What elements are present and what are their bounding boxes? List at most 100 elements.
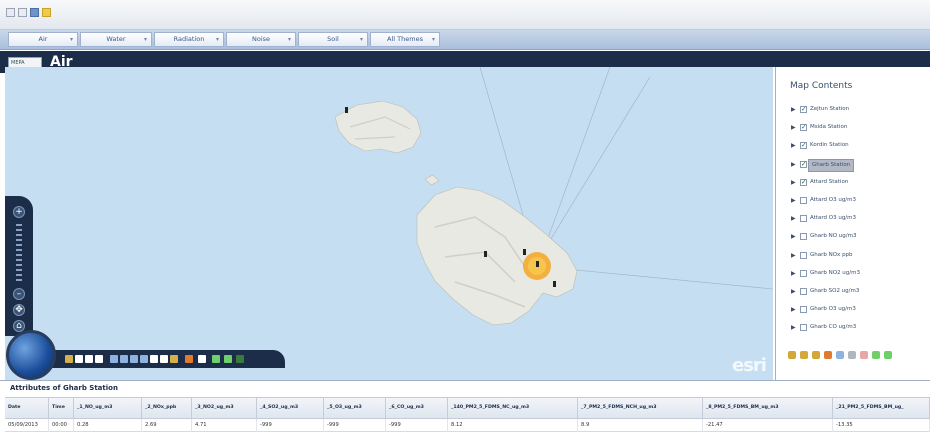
bookmark-icon[interactable] <box>170 355 178 363</box>
layer-checkbox[interactable] <box>800 269 807 277</box>
column-header[interactable]: _8_PM2_5_FDMS_BM_ug_m3 <box>703 398 833 420</box>
layer-checkbox[interactable] <box>800 251 807 259</box>
save-icon[interactable] <box>30 8 39 17</box>
layer-item[interactable]: ▶ Gharb CO ug/m3 <box>791 321 923 334</box>
layers-icon[interactable] <box>198 355 206 363</box>
expand-icon[interactable]: ▶ <box>791 249 796 262</box>
expand-icon[interactable]: ▶ <box>791 139 796 152</box>
full-extent-icon[interactable] <box>140 355 148 363</box>
station-marker[interactable] <box>553 281 556 287</box>
layer-item[interactable]: ▶ Gharb NO ug/m3 <box>791 230 923 243</box>
zoom-in-icon[interactable]: + <box>13 206 25 218</box>
layer-item[interactable]: ▶ Msida Station <box>791 121 923 134</box>
column-header[interactable]: _2_NOx_ppb <box>142 398 192 420</box>
back-icon[interactable] <box>6 8 15 17</box>
add-layer-icon[interactable] <box>788 351 796 359</box>
remove-layer-icon[interactable] <box>800 351 808 359</box>
tab-label: Soil <box>327 35 339 43</box>
draw-icon[interactable] <box>185 355 193 363</box>
layer-item[interactable]: ▶ Gharb SO2 ug/m3 <box>791 285 923 298</box>
layer-checkbox[interactable] <box>800 139 807 152</box>
tab-all-themes[interactable]: All Themes ▾ <box>370 32 440 47</box>
tab-water[interactable]: Water ▾ <box>80 32 152 47</box>
layer-item[interactable]: ▶ Kordin Station <box>791 139 923 152</box>
layer-checkbox[interactable] <box>800 103 807 116</box>
layer-checkbox[interactable] <box>800 324 807 332</box>
zoom-slider[interactable] <box>16 224 22 284</box>
tab-noise[interactable]: Noise ▾ <box>226 32 296 47</box>
print-icon[interactable] <box>150 355 158 363</box>
column-header[interactable]: _21_PM2_5_FDMS_BM_ug_ <box>833 398 930 420</box>
layer-checkbox[interactable] <box>800 306 807 314</box>
pan-icon[interactable]: ✥ <box>13 304 25 316</box>
expand-icon[interactable]: ▶ <box>791 303 796 316</box>
tab-soil[interactable]: Soil ▾ <box>298 32 368 47</box>
layer-item[interactable]: ▶ Gharb NO2 ug/m3 <box>791 267 923 280</box>
station-marker[interactable] <box>484 251 487 257</box>
column-header[interactable]: _6_CO_ug_m3 <box>386 398 448 420</box>
forward-icon[interactable] <box>18 8 27 17</box>
layer-item[interactable]: ▶ Attard O3 ug/m3 <box>791 194 923 207</box>
layer-item[interactable]: ▶ Gharb Station <box>791 158 923 172</box>
layer-item[interactable]: ▶ Zejtun Station <box>791 103 923 116</box>
layer-checkbox[interactable] <box>800 121 807 134</box>
layer-checkbox[interactable] <box>800 233 807 241</box>
move-up-icon[interactable] <box>812 351 820 359</box>
expand-icon[interactable]: ▶ <box>791 176 796 189</box>
expand-icon[interactable]: ▶ <box>791 267 796 280</box>
search-icon[interactable] <box>160 355 168 363</box>
layer-item[interactable]: ▶ Gharb O3 ug/m3 <box>791 303 923 316</box>
layer-checkbox[interactable] <box>800 176 807 189</box>
expand-icon[interactable]: ▶ <box>791 212 796 225</box>
layer-item[interactable]: ▶ Attard O3 ug/m3 <box>791 212 923 225</box>
column-header[interactable]: _140_PM2_5_FDMS_NC_ug_m3 <box>448 398 578 420</box>
table-icon[interactable] <box>95 355 103 363</box>
layer-item[interactable]: ▶ Attard Station <box>791 176 923 189</box>
select-icon[interactable] <box>75 355 83 363</box>
map-view[interactable] <box>5 67 773 380</box>
expand-icon[interactable]: ▶ <box>791 158 796 171</box>
expand-icon[interactable]: ▶ <box>791 194 796 207</box>
column-header[interactable]: Time <box>49 398 74 420</box>
station-marker[interactable] <box>345 107 348 113</box>
station-marker[interactable] <box>523 249 526 255</box>
layer-checkbox[interactable] <box>800 197 807 204</box>
layer-checkbox[interactable] <box>800 288 807 295</box>
list-icon[interactable] <box>85 355 93 363</box>
back-extent-icon[interactable] <box>120 355 128 363</box>
folder-icon[interactable] <box>42 8 51 17</box>
identify-icon[interactable] <box>65 355 73 363</box>
settings-icon[interactable] <box>884 351 892 359</box>
table-row[interactable]: 05/09/2013 00:00 0.28 2.69 4.71 -999 -999 -999 8… <box>5 419 930 432</box>
tab-radiation[interactable]: Radiation ▾ <box>154 32 224 47</box>
tab-air[interactable]: Air ▾ <box>8 32 78 47</box>
measure-icon[interactable] <box>110 355 118 363</box>
expand-icon[interactable]: ▶ <box>791 121 796 134</box>
layer-checkbox[interactable] <box>800 158 807 171</box>
column-header[interactable]: _4_SO2_ug_m3 <box>257 398 324 420</box>
map-contents-panel: Map Contents ▶ Zejtun Station ▶ Msida Stati… <box>775 67 930 380</box>
map-canvas[interactable] <box>5 67 773 380</box>
column-header[interactable]: _7_PM2_5_FDMS_NCH_ug_m3 <box>578 398 703 420</box>
column-header[interactable]: _5_O3_ug_m3 <box>324 398 386 420</box>
help-icon[interactable] <box>236 355 244 363</box>
zoom-out-icon[interactable]: – <box>13 288 25 300</box>
expand-icon[interactable]: ▶ <box>791 285 796 298</box>
zoom-to-layer-icon[interactable] <box>860 351 868 359</box>
move-down-icon[interactable] <box>824 351 832 359</box>
expand-icon[interactable]: ▶ <box>791 230 796 243</box>
legend-icon[interactable] <box>848 351 856 359</box>
column-header[interactable]: Date <box>5 398 49 420</box>
globe-icon[interactable] <box>6 330 56 380</box>
column-header[interactable]: _3_NO2_ug_m3 <box>192 398 257 420</box>
expand-icon[interactable]: ▶ <box>791 103 796 116</box>
layer-checkbox[interactable] <box>800 215 807 223</box>
properties-icon[interactable] <box>836 351 844 359</box>
forward-extent-icon[interactable] <box>130 355 138 363</box>
expand-icon[interactable]: ▶ <box>791 321 796 334</box>
download-icon[interactable] <box>212 355 220 363</box>
column-header[interactable]: _1_NO_ug_m3 <box>74 398 142 420</box>
export-icon[interactable] <box>224 355 232 363</box>
layer-item[interactable]: ▶ Gharb NOx ppb <box>791 249 923 262</box>
refresh-icon[interactable] <box>872 351 880 359</box>
